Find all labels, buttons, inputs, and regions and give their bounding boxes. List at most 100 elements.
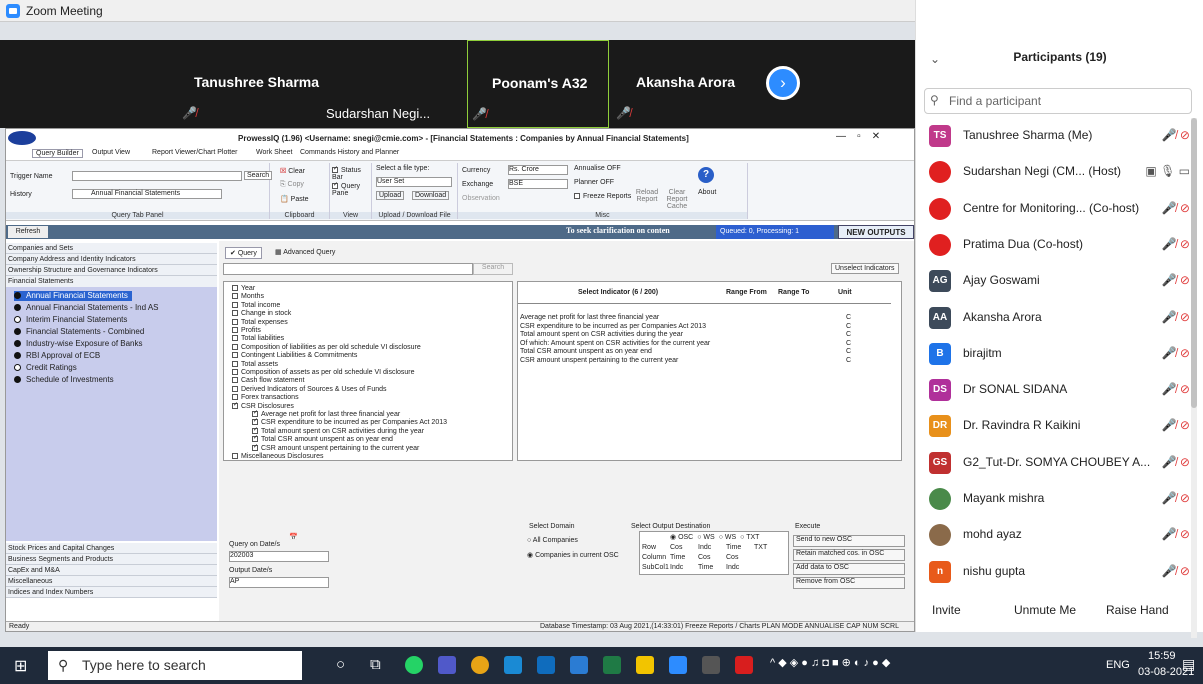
destination-options[interactable]: ◉ OSC ○ WS ○ WS ○ TXT <box>670 533 763 541</box>
tree-item[interactable]: CSR expenditure to be incurred as per Co… <box>252 419 447 427</box>
nav-header[interactable]: Business Segments and Products <box>6 554 217 565</box>
destination-cell[interactable]: Cos <box>698 554 710 561</box>
notification-icon[interactable]: ▤ <box>1182 656 1195 673</box>
output-date-select[interactable]: AP <box>229 577 329 588</box>
taskbar-search-input[interactable]: Type here to search <box>48 651 302 680</box>
nav-item[interactable]: Credit Ratings <box>14 363 81 373</box>
participant-row[interactable]: n nishu gupta 🎤̸ ⊘ <box>916 554 1203 590</box>
file-explorer-icon[interactable] <box>636 656 654 674</box>
refresh-button[interactable]: Refresh <box>8 226 48 238</box>
destination-option[interactable]: WS <box>725 534 736 541</box>
app-taskbar-icon[interactable] <box>702 656 720 674</box>
nav-item[interactable]: RBI Approval of ECB <box>14 351 104 361</box>
checkbox-icon[interactable] <box>232 377 238 384</box>
tree-item[interactable]: Average net profit for last three financ… <box>252 411 400 419</box>
checkbox-icon[interactable] <box>232 369 238 375</box>
tree-item[interactable]: Total liabilities <box>232 335 284 343</box>
nav-header[interactable]: Ownership Structure and Governance Indic… <box>6 265 217 276</box>
indicator-row[interactable]: CSR amount unspent pertaining to the cur… <box>520 357 890 364</box>
tree-item[interactable]: Profits <box>232 327 261 335</box>
checkbox-icon[interactable] <box>232 335 238 342</box>
destination-cell[interactable]: Cos <box>726 554 738 561</box>
clear-cache-button[interactable]: Clear Report Cache <box>662 189 692 210</box>
tree-item[interactable]: Derived Indicators of Sources & Uses of … <box>232 385 387 394</box>
exchange-select[interactable]: BSE <box>508 179 568 189</box>
indicator-row[interactable]: Total CSR amount unspent as on year end C <box>520 348 890 355</box>
checkbox-icon[interactable] <box>232 285 238 291</box>
participant-row[interactable]: Bbirajitm 🎤̸ ⊘ <box>916 336 1203 372</box>
destination-cell[interactable]: Time <box>726 544 741 551</box>
destination-cell[interactable]: SubCol1 <box>642 564 669 571</box>
tree-item[interactable]: Miscellaneous Disclosures <box>232 453 323 461</box>
whatsapp-icon[interactable] <box>405 656 423 674</box>
companies-osc-radio[interactable]: ◉ Companies in current OSC <box>527 551 619 559</box>
destination-cell[interactable]: Row <box>642 544 656 551</box>
checkbox-icon[interactable] <box>232 327 238 333</box>
destination-cell[interactable]: Indc <box>698 544 711 551</box>
query-date-select[interactable]: 202003 <box>229 551 329 562</box>
video-tile-active-speaker[interactable]: Poonam's A32 🎤̸ <box>467 40 609 128</box>
destination-cell[interactable]: Time <box>698 564 713 571</box>
checkbox-icon[interactable] <box>232 343 238 350</box>
nav-header[interactable]: Company Address and Identity Indicators <box>6 254 217 265</box>
calendar-icon[interactable]: 📅 <box>289 533 298 541</box>
checkbox-icon[interactable] <box>252 419 258 426</box>
indicator-row[interactable]: Of which: Amount spent on CSR activities… <box>520 340 890 347</box>
about-button-label[interactable]: About <box>698 189 716 196</box>
next-page-arrow-icon[interactable]: › <box>766 66 800 100</box>
nav-item[interactable]: Schedule of Investments <box>14 375 118 385</box>
indicator-row[interactable]: Average net profit for last three financ… <box>520 314 890 321</box>
indicator-row[interactable]: Total amount spent on CSR activities dur… <box>520 331 890 338</box>
tree-item[interactable]: Forex transactions <box>232 394 299 402</box>
participant-row[interactable]: mohd ayaz 🎤̸ ⊘ <box>916 517 1203 553</box>
raise-hand-button[interactable]: Raise Hand <box>1106 603 1169 617</box>
participant-row[interactable]: AA Akansha Arora 🎤̸ ⊘ <box>916 300 1203 336</box>
execute-button[interactable]: Add data to OSC <box>793 563 905 575</box>
nav-header[interactable]: Miscellaneous <box>6 576 217 587</box>
windows-start-icon[interactable]: ⊞ <box>14 656 27 676</box>
execute-button[interactable]: Send to new OSC <box>793 535 905 547</box>
participant-row[interactable]: Mayank mishra 🎤̸ ⊘ <box>916 481 1203 517</box>
cortana-icon[interactable]: ○ <box>336 656 345 673</box>
mail-icon[interactable] <box>537 656 555 674</box>
zoom-taskbar-icon[interactable] <box>669 656 687 674</box>
indicator-row[interactable]: CSR expenditure to be incurred as per Co… <box>520 323 890 330</box>
indicator-search-input[interactable] <box>223 263 473 275</box>
checkbox-icon[interactable] <box>232 402 238 409</box>
all-companies-radio[interactable]: ○ All Companies <box>527 537 578 544</box>
video-tile[interactable]: Sudarshan Negi... <box>320 40 466 128</box>
destination-cell[interactable]: Indc <box>726 564 739 571</box>
participant-row[interactable]: TS Tanushree Sharma (Me) 🎤̸ ⊘ <box>916 118 1203 154</box>
system-tray-icons[interactable]: ^ ◆ ◈ ● ♫ ◘ ■ ⊕ ◐ ♪ ● ◆ <box>770 656 890 669</box>
destination-cell[interactable]: Time <box>670 554 685 561</box>
trigger-name-input[interactable] <box>72 171 242 181</box>
nav-header[interactable]: Financial Statements <box>6 276 217 287</box>
destination-cell[interactable]: Column <box>642 554 666 561</box>
unmute-button[interactable]: Unmute Me <box>1014 603 1076 617</box>
destination-option[interactable]: WS <box>703 534 714 541</box>
paste-button[interactable]: 📋 Paste <box>280 195 309 203</box>
tree-item[interactable]: Change in stock <box>232 310 291 318</box>
history-select[interactable]: Annual Financial Statements <box>72 189 222 199</box>
tree-item[interactable]: Total income <box>232 301 280 310</box>
checkbox-icon[interactable] <box>232 318 238 325</box>
clock-time[interactable]: 15:59 <box>1148 650 1176 662</box>
destination-cell[interactable]: Indc <box>670 564 683 571</box>
tree-item[interactable]: Total expenses <box>232 318 288 327</box>
app-window-controls[interactable]: — ▫ ✕ <box>836 131 880 142</box>
outlook-icon[interactable] <box>570 656 588 674</box>
nav-item[interactable]: Annual Financial Statements <box>14 291 132 301</box>
download-button[interactable]: Download <box>412 191 450 200</box>
tree-item[interactable]: Months <box>232 293 264 301</box>
tab-query[interactable]: ✔ Query <box>225 247 262 259</box>
nav-item[interactable]: Financial Statements - Combined <box>14 327 148 337</box>
tree-item[interactable]: Contingent Liabilities & Commitments <box>232 352 357 360</box>
status-bar-toggle[interactable]: Status Bar <box>332 167 371 181</box>
tab-report-viewer[interactable]: Report Viewer/Chart Plotter <box>152 149 237 156</box>
scrollbar-thumb[interactable] <box>1191 118 1197 408</box>
invite-button[interactable]: Invite <box>932 603 961 617</box>
video-tile[interactable]: Tanushree Sharma 🎤̸ <box>170 40 320 128</box>
destination-cell[interactable]: Cos <box>670 544 682 551</box>
about-icon[interactable]: ? <box>698 167 714 183</box>
tree-item[interactable]: Composition of liabilities as per old sc… <box>232 343 421 352</box>
